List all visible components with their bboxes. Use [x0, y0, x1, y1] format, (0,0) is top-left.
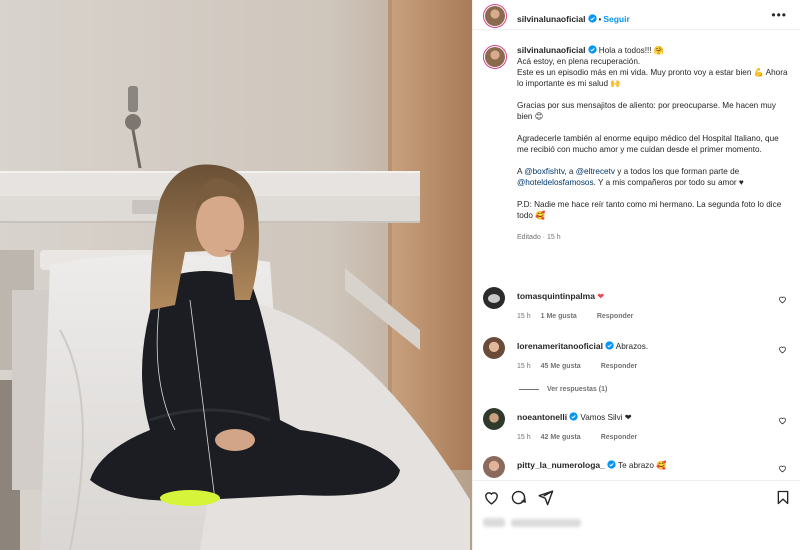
- post-action-bar: [473, 480, 800, 514]
- comment-body: noeantonelli Vamos Silvi ❤: [517, 412, 767, 423]
- comment-avatar[interactable]: [483, 456, 505, 478]
- author-avatar[interactable]: [483, 4, 507, 28]
- comment-avatar[interactable]: [483, 337, 505, 359]
- caption-paragraph-5: P.D: Nadie me hace reír tanto como mi he…: [517, 200, 782, 220]
- post-caption: silvinalunaoficial Hola a todos!!! 🤗 Acá…: [517, 45, 789, 243]
- comment-likes[interactable]: 42 Me gusta: [541, 434, 581, 441]
- comment-username[interactable]: noeantonelli: [517, 412, 567, 422]
- comment-body: lorenameritanooficial Abrazos.: [517, 341, 767, 352]
- mention-link[interactable]: @hoteldelosfamosos: [517, 178, 594, 187]
- caption-author-avatar[interactable]: [483, 45, 507, 69]
- caption-paragraph-4: A @boxfishtv, a @eltrecetv y a todos los…: [517, 166, 789, 188]
- comment-avatar[interactable]: [483, 287, 505, 309]
- heart-icon[interactable]: [778, 464, 787, 473]
- mention-link[interactable]: @boxfishtv: [524, 167, 564, 176]
- comment-text: Abrazos.: [613, 342, 649, 351]
- caption-text: , a: [564, 167, 576, 176]
- view-replies-button[interactable]: Ver respuestas (1): [519, 386, 607, 393]
- caption-edited-time: Editado · 15 h: [517, 234, 561, 241]
- comment-username[interactable]: pitty_la_numerologa_: [517, 460, 605, 470]
- bookmark-icon[interactable]: [775, 489, 791, 506]
- comments-scroll-area[interactable]: silvinalunaoficial Hola a todos!!! 🤗 Acá…: [473, 31, 800, 480]
- heart-icon[interactable]: [778, 345, 787, 354]
- caption-paragraph-2: Gracias por sus mensajitos de aliento: p…: [517, 101, 776, 121]
- comment-text: Vamos Silvi ❤: [578, 413, 632, 422]
- verified-badge-icon: [587, 14, 597, 23]
- comment-avatar[interactable]: [483, 408, 505, 430]
- verified-badge-icon: [605, 341, 614, 350]
- separator-dot: •: [598, 15, 602, 24]
- caption-line-1: Hola a todos!!! 🤗: [598, 46, 665, 55]
- likes-count-blurred: [483, 518, 643, 528]
- comment-time: 15 h: [517, 434, 531, 441]
- caption-username[interactable]: silvinalunaoficial: [517, 45, 586, 55]
- caption-line-3: Este es un episodio más en mi vida. Muy …: [517, 68, 788, 88]
- view-replies-label: Ver respuestas (1): [547, 386, 608, 393]
- caption-paragraph-3: Agradecerle también al enorme equipo méd…: [517, 134, 779, 154]
- author-line: silvinalunaoficial • Seguir: [517, 9, 630, 27]
- post-photo-illustration: [0, 0, 472, 550]
- caption-text: y a todos los que forman parte de: [614, 167, 740, 176]
- replies-divider: [519, 388, 539, 390]
- follow-button[interactable]: Seguir: [603, 14, 629, 24]
- mention-link[interactable]: @eltrecetv: [576, 167, 615, 176]
- post-header: silvinalunaoficial • Seguir •••: [473, 0, 800, 30]
- verified-badge-icon: [587, 45, 597, 54]
- comment-text: ❤: [594, 292, 605, 301]
- heart-icon[interactable]: [483, 489, 500, 506]
- comment-likes[interactable]: 1 Me gusta: [541, 313, 577, 320]
- reply-button[interactable]: Responder: [597, 313, 634, 320]
- caption-text: . Y a mis compañeros por todo su amor ♥: [593, 178, 744, 187]
- comment-body: tomasquintinpalma ❤: [517, 291, 767, 302]
- comment-time: 15 h: [517, 363, 531, 370]
- comment-username[interactable]: tomasquintinpalma: [517, 291, 595, 301]
- post-photo[interactable]: [0, 0, 472, 550]
- verified-badge-icon: [569, 412, 578, 421]
- comment-meta: 15 h 45 Me gusta Responder: [517, 363, 637, 370]
- comment-body: pitty_la_numerologa_ Te abrazo 🥰: [517, 460, 767, 471]
- heart-icon[interactable]: [778, 295, 787, 304]
- verified-badge-icon: [607, 460, 616, 469]
- caption-line-2: Acá estoy, en plena recuperación.: [517, 57, 641, 66]
- comment-icon[interactable]: [510, 489, 527, 506]
- comment-meta: 15 h 1 Me gusta Responder: [517, 313, 633, 320]
- comment-text: Te abrazo 🥰: [615, 461, 667, 470]
- post-side-panel: silvinalunaoficial • Seguir ••• silvinalun…: [472, 0, 800, 550]
- comment-likes[interactable]: 45 Me gusta: [541, 363, 581, 370]
- reply-button[interactable]: Responder: [601, 363, 638, 370]
- reply-button[interactable]: Responder: [601, 434, 638, 441]
- author-username[interactable]: silvinalunaoficial: [517, 14, 586, 24]
- heart-icon[interactable]: [778, 416, 787, 425]
- share-icon[interactable]: [537, 489, 554, 506]
- comment-time: 15 h: [517, 313, 531, 320]
- comment-meta: 15 h 42 Me gusta Responder: [517, 434, 637, 441]
- more-options-icon[interactable]: •••: [771, 8, 787, 22]
- comment-username[interactable]: lorenameritanooficial: [517, 341, 603, 351]
